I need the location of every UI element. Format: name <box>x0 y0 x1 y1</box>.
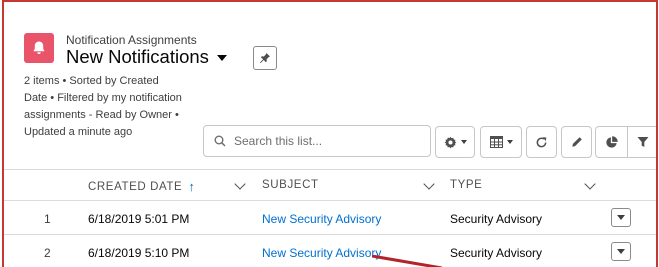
pie-chart-icon <box>606 135 618 148</box>
pin-icon <box>260 53 270 64</box>
table-row: 2 6/18/2019 5:10 PM New Security Advisor… <box>4 236 656 267</box>
refresh-button[interactable] <box>526 126 557 158</box>
row-actions-button[interactable] <box>611 242 631 261</box>
type-cell: Security Advisory <box>450 212 543 226</box>
annotation-arrow <box>372 255 442 267</box>
caret-down-icon <box>617 215 625 220</box>
edit-button[interactable] <box>561 126 592 158</box>
bell-icon <box>24 33 54 63</box>
page-title: New Notifications <box>66 46 209 67</box>
list-settings-button[interactable] <box>435 126 475 158</box>
sort-ascending-icon: ↑ <box>188 179 196 194</box>
table-header: CREATED DATE ↑ SUBJECT TYPE <box>4 169 656 201</box>
created-date-cell: 6/18/2019 5:01 PM <box>88 212 190 226</box>
pin-list-button[interactable] <box>253 46 277 70</box>
subject-link[interactable]: New Security Advisory <box>262 246 381 260</box>
column-header-subject[interactable]: SUBJECT <box>262 179 319 191</box>
gear-icon <box>444 136 456 148</box>
list-view-selector[interactable]: New Notifications <box>66 46 227 68</box>
table-row: 1 6/18/2019 5:01 PM New Security Advisor… <box>4 202 656 235</box>
list-info-text: 2 items • Sorted by Created Date • Filte… <box>24 75 182 138</box>
column-header-type[interactable]: TYPE <box>450 179 482 191</box>
filter-button[interactable] <box>627 127 656 157</box>
column-header-created-date[interactable]: CREATED DATE ↑ <box>88 179 195 194</box>
chart-filter-group <box>595 126 656 158</box>
list-view-frame: Notification Assignments New Notificatio… <box>2 0 658 267</box>
created-date-cell: 6/18/2019 5:10 PM <box>88 246 190 260</box>
filter-icon <box>637 137 649 147</box>
caret-down-icon[interactable] <box>216 55 227 61</box>
column-menu-chevron-icon[interactable] <box>584 178 596 190</box>
row-number: 2 <box>44 246 51 260</box>
search-box[interactable] <box>203 125 431 157</box>
search-icon <box>214 135 226 147</box>
row-number: 1 <box>44 212 51 226</box>
type-cell: Security Advisory <box>450 246 543 260</box>
subject-link[interactable]: New Security Advisory <box>262 212 381 226</box>
display-as-button[interactable] <box>480 126 522 158</box>
column-menu-chevron-icon[interactable] <box>234 178 246 190</box>
caret-down-icon <box>506 140 513 144</box>
caret-down-icon <box>617 249 625 254</box>
table-icon <box>489 136 503 148</box>
object-label: Notification Assignments <box>66 33 197 47</box>
caret-down-icon <box>460 140 467 144</box>
column-menu-chevron-icon[interactable] <box>423 178 435 190</box>
pencil-icon <box>571 137 582 147</box>
chart-button[interactable] <box>596 127 627 157</box>
row-actions-button[interactable] <box>611 208 631 227</box>
refresh-icon <box>536 136 547 147</box>
search-input[interactable] <box>234 134 419 148</box>
